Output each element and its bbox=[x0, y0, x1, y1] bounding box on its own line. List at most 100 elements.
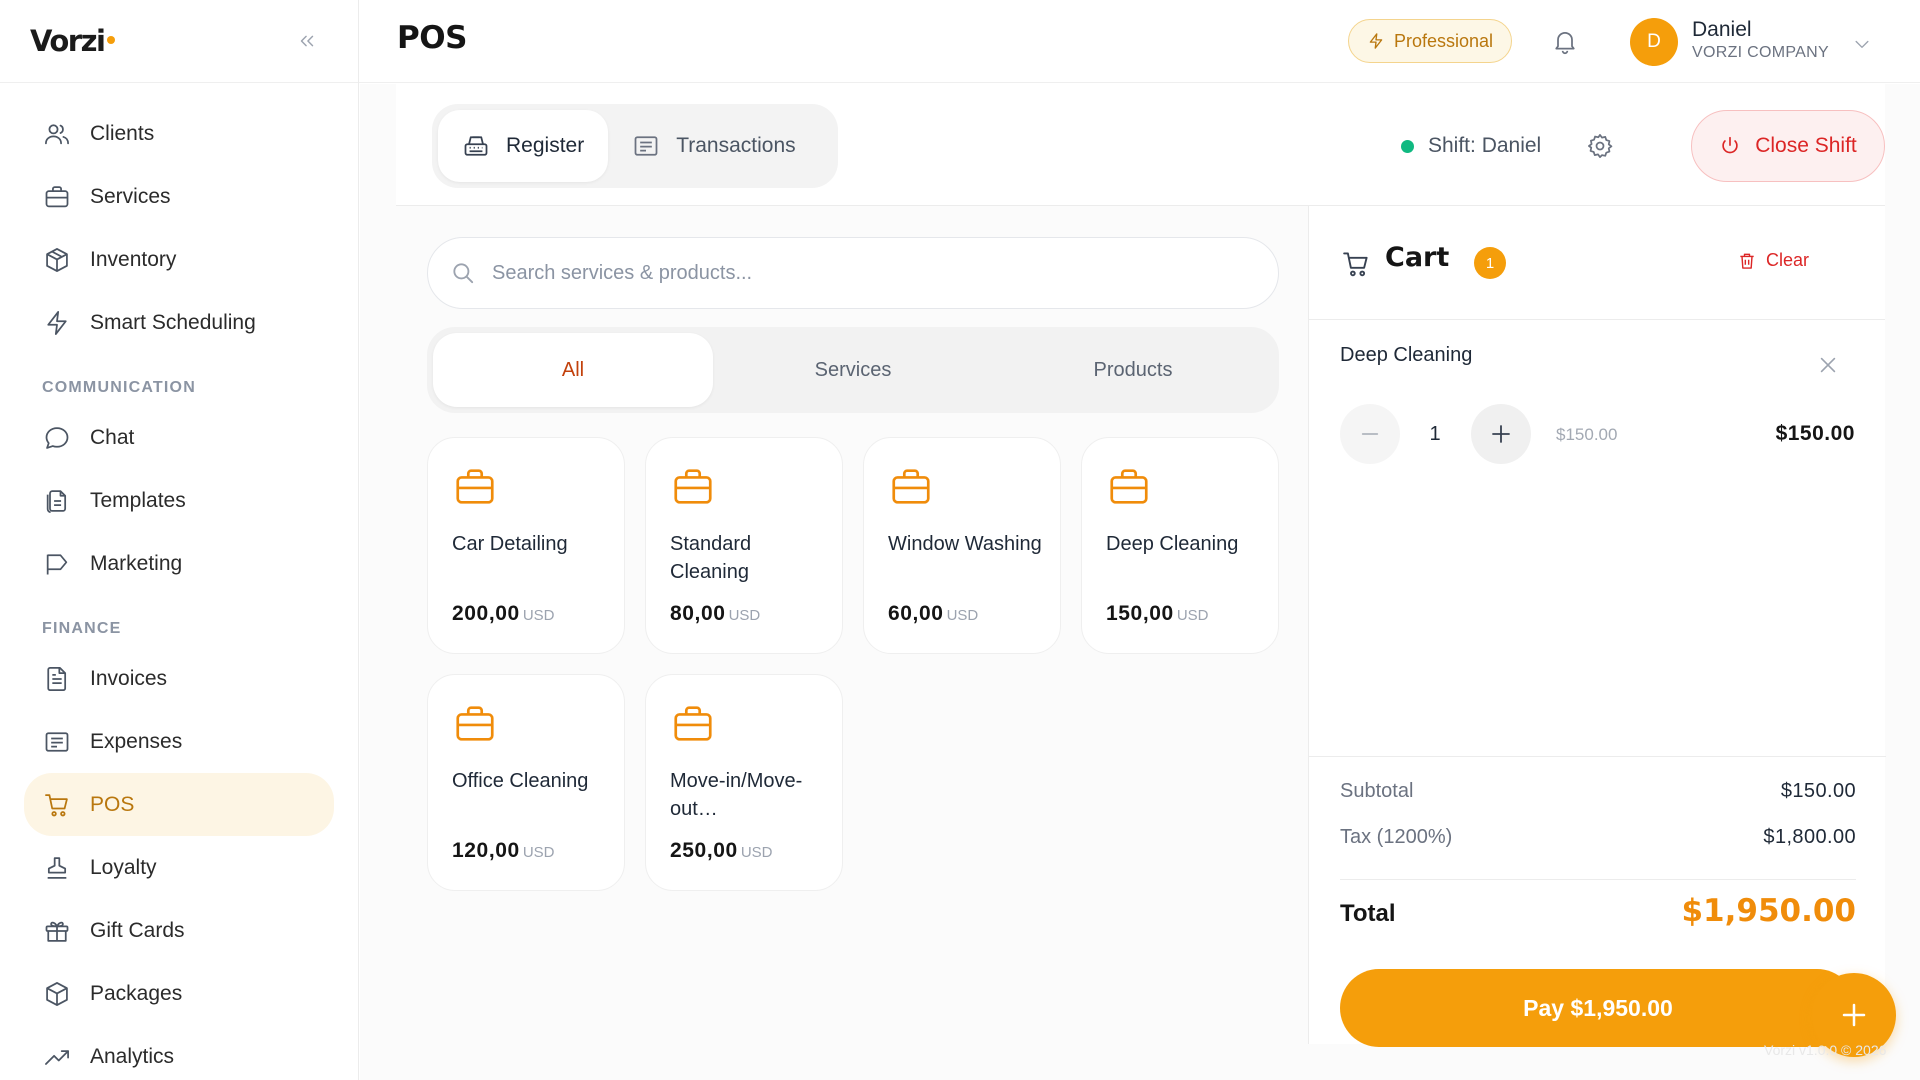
sidebar-item-smart-scheduling[interactable]: Smart Scheduling bbox=[0, 291, 358, 354]
logo[interactable]: Vorzi bbox=[30, 24, 116, 58]
invoice-icon bbox=[42, 664, 72, 694]
chat-bubble-icon bbox=[42, 423, 72, 453]
catalog-item[interactable]: Office Cleaning 120,00 USD bbox=[427, 674, 625, 891]
sidebar-item-label: Packages bbox=[90, 981, 183, 1005]
search-input[interactable] bbox=[492, 261, 1192, 285]
briefcase-icon bbox=[888, 464, 1036, 510]
trend-icon bbox=[42, 1042, 72, 1072]
tab-label: Transactions bbox=[676, 134, 796, 157]
sidebar-item-analytics[interactable]: Analytics bbox=[0, 1025, 358, 1080]
plus-icon bbox=[1842, 1003, 1866, 1027]
item-price: 60,00 USD bbox=[888, 602, 978, 626]
list-icon bbox=[632, 132, 660, 160]
price-currency: USD bbox=[728, 607, 761, 624]
user-name[interactable]: Daniel bbox=[1692, 18, 1752, 42]
plan-badge[interactable]: Professional bbox=[1348, 19, 1513, 63]
register-icon bbox=[462, 132, 490, 160]
total-value: $1,950.00 bbox=[1681, 893, 1856, 929]
filter-services[interactable]: Services bbox=[713, 333, 993, 407]
close-icon[interactable] bbox=[1817, 354, 1839, 376]
subtotal-row: Subtotal $150.00 bbox=[1340, 780, 1856, 803]
sidebar-item-pos[interactable]: POS bbox=[24, 773, 334, 836]
document-stack-icon bbox=[42, 486, 72, 516]
lightning-icon bbox=[1369, 33, 1383, 49]
item-name: Deep Cleaning bbox=[1106, 533, 1239, 555]
tab-label: Register bbox=[506, 134, 585, 157]
catalog-item[interactable]: Deep Cleaning 150,00 USD bbox=[1081, 437, 1279, 654]
tax-label: Tax (1200%) bbox=[1340, 826, 1453, 848]
logo-text: Vorzi bbox=[30, 24, 106, 58]
pos-toolbar: Register Transactions Shift: Daniel Clos… bbox=[396, 84, 1885, 206]
pay-button[interactable]: Pay $1,950.00 bbox=[1340, 969, 1856, 1047]
catalog-item[interactable]: Window Washing 60,00 USD bbox=[863, 437, 1061, 654]
briefcase-icon bbox=[1106, 464, 1254, 510]
item-price: 80,00 USD bbox=[670, 602, 760, 626]
gear-icon[interactable] bbox=[1586, 132, 1614, 160]
tab-transactions[interactable]: Transactions bbox=[608, 110, 819, 182]
sidebar-item-label: Expenses bbox=[90, 729, 183, 753]
cart-count-badge: 1 bbox=[1474, 247, 1506, 279]
sidebar-item-services[interactable]: Services bbox=[0, 165, 358, 228]
cart-item-name: Deep Cleaning bbox=[1340, 344, 1473, 366]
search-box[interactable] bbox=[427, 237, 1279, 309]
catalog-item[interactable]: Move-in/Move-out… 250,00 USD bbox=[645, 674, 843, 891]
tab-register[interactable]: Register bbox=[438, 110, 609, 182]
sidebar-item-label: Services bbox=[90, 184, 171, 208]
sidebar-item-packages[interactable]: Packages bbox=[0, 962, 358, 1025]
plan-label: Professional bbox=[1394, 30, 1494, 51]
users-icon bbox=[42, 119, 72, 149]
main-content: Register Transactions Shift: Daniel Clos… bbox=[360, 84, 1920, 1080]
sidebar-item-invoices[interactable]: Invoices bbox=[0, 647, 358, 710]
sidebar-item-loyalty[interactable]: Loyalty bbox=[0, 836, 358, 899]
sidebar-item-expenses[interactable]: Expenses bbox=[0, 710, 358, 773]
box-icon bbox=[42, 245, 72, 275]
item-price: 120,00 USD bbox=[452, 839, 555, 863]
collapse-sidebar-icon[interactable] bbox=[296, 30, 318, 52]
shift-label: Shift: Daniel bbox=[1428, 134, 1542, 157]
cart-icon bbox=[1341, 249, 1371, 279]
sidebar-item-label: POS bbox=[90, 792, 135, 816]
close-shift-button[interactable]: Close Shift bbox=[1691, 110, 1885, 182]
package-icon bbox=[42, 979, 72, 1009]
price-amount: 120,00 bbox=[452, 839, 520, 862]
sidebar-item-label: Templates bbox=[90, 488, 186, 512]
stamp-icon bbox=[42, 853, 72, 883]
unit-price: $150.00 bbox=[1556, 425, 1618, 444]
briefcase-icon bbox=[42, 182, 72, 212]
bell-icon[interactable] bbox=[1551, 27, 1579, 55]
price-currency: USD bbox=[946, 607, 979, 624]
chevron-down-icon[interactable] bbox=[1852, 34, 1872, 54]
briefcase-icon bbox=[670, 701, 818, 747]
price-amount: 250,00 bbox=[670, 839, 738, 862]
version-label: Vorzi v1.0.0 © 2026 bbox=[1764, 1042, 1887, 1058]
price-amount: 150,00 bbox=[1106, 602, 1174, 625]
avatar[interactable]: D bbox=[1630, 18, 1678, 66]
cart-title: Cart bbox=[1385, 242, 1450, 273]
item-name: Window Washing bbox=[888, 533, 1042, 555]
sidebar-item-label: Gift Cards bbox=[90, 918, 185, 942]
gift-icon bbox=[42, 916, 72, 946]
sidebar-item-templates[interactable]: Templates bbox=[0, 469, 358, 532]
catalog-item[interactable]: Car Detailing 200,00 USD bbox=[427, 437, 625, 654]
logo-dot bbox=[107, 36, 116, 44]
sidebar-item-inventory[interactable]: Inventory bbox=[0, 228, 358, 291]
sidebar-item-gift-cards[interactable]: Gift Cards bbox=[0, 899, 358, 962]
cart-totals: Subtotal $150.00 Tax (1200%) $1,800.00 T… bbox=[1309, 756, 1886, 1047]
filter-products[interactable]: Products bbox=[993, 333, 1273, 407]
filter-all[interactable]: All bbox=[433, 333, 713, 407]
category-filter: All Services Products bbox=[427, 327, 1279, 413]
item-price: 250,00 USD bbox=[670, 839, 773, 863]
trash-icon bbox=[1740, 253, 1754, 269]
sidebar-item-marketing[interactable]: Marketing bbox=[0, 532, 358, 595]
catalog-item[interactable]: Standard Cleaning 80,00 USD bbox=[645, 437, 843, 654]
minus-icon bbox=[1361, 433, 1379, 435]
sidebar-item-clients[interactable]: Clients bbox=[0, 102, 358, 165]
quantity-decrease-button[interactable] bbox=[1340, 404, 1400, 464]
plus-icon bbox=[1492, 425, 1510, 443]
tax-row: Tax (1200%) $1,800.00 bbox=[1340, 826, 1856, 849]
sidebar: Vorzi Clients Services Inventory Smart S… bbox=[0, 0, 359, 1080]
clear-cart-button[interactable]: Clear bbox=[1737, 250, 1809, 271]
sidebar-item-chat[interactable]: Chat bbox=[0, 406, 358, 469]
subtotal-label: Subtotal bbox=[1340, 780, 1414, 802]
quantity-increase-button[interactable] bbox=[1471, 404, 1531, 464]
